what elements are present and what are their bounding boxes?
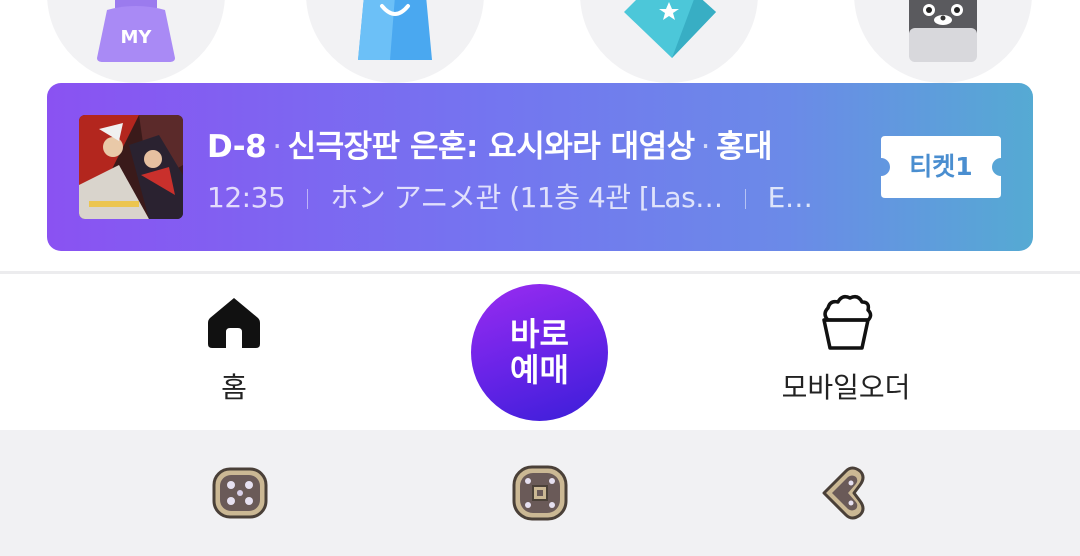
ticket-title: D-8 · 신극장판 은혼: 요시와라 대염상 · 홍대 <box>207 121 773 166</box>
nav-mobile-order-label: 모바일오더 <box>781 371 911 404</box>
quick-book-line2: 예매 <box>510 351 569 389</box>
showtime: 12:35 <box>207 181 286 214</box>
ticket-info: 12:35 ホン アニメ관 (11층 4관 [Las… E… <box>207 176 813 216</box>
quick-book-line1: 바로 <box>510 315 569 353</box>
shopping-bag-icon <box>358 0 432 60</box>
recent-apps-icon[interactable] <box>210 463 270 523</box>
hall-name: ホン アニメ관 (11층 4관 [Las… <box>330 181 723 214</box>
shortcut-benefits[interactable] <box>580 0 758 83</box>
my-bag-icon: MY <box>97 0 175 62</box>
back-icon[interactable] <box>818 463 870 523</box>
shortcut-row: MY <box>0 0 1080 83</box>
quick-book-button[interactable]: 바로 예매 <box>471 284 608 421</box>
shortcut-store[interactable] <box>306 0 484 83</box>
info-separator-2 <box>744 189 746 209</box>
shortcut-my[interactable]: MY <box>47 0 225 83</box>
star-tag-icon <box>624 0 716 58</box>
nav-mobile-order[interactable]: 모바일오더 <box>746 274 946 430</box>
nav-home[interactable]: 홈 <box>134 274 334 430</box>
nav-home-label: 홈 <box>221 371 247 404</box>
extra-info: E… <box>767 181 813 214</box>
svg-text:MY: MY <box>121 27 153 48</box>
home-icon <box>208 298 260 348</box>
dday-badge: D-8 <box>207 129 267 165</box>
info-separator-1 <box>307 189 309 209</box>
theater-name: 홍대 <box>716 129 773 165</box>
title-dot-2: · <box>700 129 711 165</box>
movie-poster <box>79 115 183 219</box>
bottom-nav: 홈 바로 예매 모바일오더 <box>0 274 1080 430</box>
ticket-count-label: 티켓1 <box>909 152 973 181</box>
movie-title: 신극장판 은혼: 요시와라 대염상 <box>287 129 696 165</box>
ticket-banner[interactable]: D-8 · 신극장판 은혼: 요시와라 대염상 · 홍대 12:35 ホン アニメ관 (1… <box>47 83 1033 251</box>
cat-mascot-icon <box>909 0 977 62</box>
system-nav-bar <box>0 430 1080 556</box>
title-dot-1: · <box>272 129 282 165</box>
shortcut-mascot[interactable] <box>854 0 1032 83</box>
popcorn-icon <box>822 294 873 350</box>
ticket-count-button[interactable]: 티켓1 <box>881 136 1001 198</box>
home-icon[interactable] <box>510 463 570 523</box>
